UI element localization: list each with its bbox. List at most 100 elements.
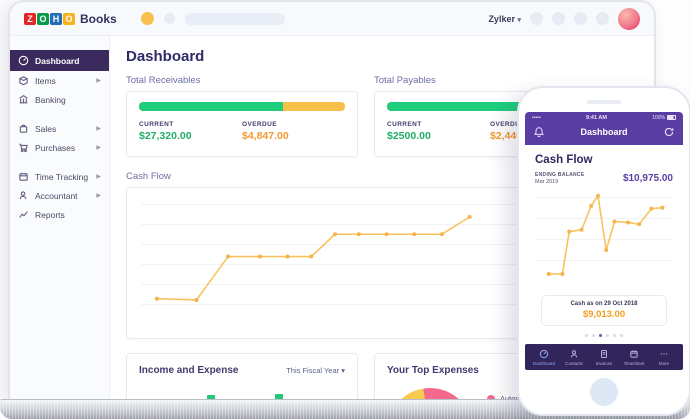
current-label: CURRENT <box>139 121 242 128</box>
receivables-card: CURRENT $27,320.00 OVERDUE $4,847.00 <box>126 91 358 157</box>
chevron-right-icon: ▶ <box>96 192 101 199</box>
topbar-action-icon[interactable] <box>574 12 587 25</box>
sidebar-item-purchases[interactable]: Purchases ▶ <box>10 138 109 157</box>
cash-as-on-label: Cash as on <box>570 301 602 307</box>
sidebar: Dashboard Items ▶ Banking Sales ▶ <box>10 36 110 399</box>
phone-screen: ••••• 9:41 AM 100% Dashboard Cash Flow E… <box>525 112 683 406</box>
sidebar-item-dashboard[interactable]: Dashboard <box>10 50 109 71</box>
sidebar-item-label: Items <box>35 76 56 86</box>
ellipsis-icon <box>659 349 669 359</box>
tab-contacts[interactable]: Contacts <box>559 349 589 366</box>
fiscal-year-label: This Fiscal Year <box>286 366 339 375</box>
chevron-right-icon: ▶ <box>96 144 101 151</box>
sidebar-item-banking[interactable]: Banking <box>10 90 109 109</box>
topbar-action-icon[interactable] <box>530 12 543 25</box>
receivables-progress-bar <box>139 102 345 111</box>
current-value: $2500.00 <box>387 130 490 142</box>
zoho-logo-letter: H <box>50 13 62 25</box>
tab-dashboard[interactable]: Dashboard <box>529 349 559 366</box>
tab-invoices[interactable]: Invoices <box>589 349 619 366</box>
sidebar-item-sales[interactable]: Sales ▶ <box>10 119 109 138</box>
ending-balance-label: ENDING BALANCE <box>535 172 623 178</box>
user-menu[interactable]: Zylker ▾ <box>488 14 521 24</box>
carousel-dot[interactable] <box>606 334 609 337</box>
status-time: 9:41 AM <box>586 115 607 121</box>
phone-speaker <box>587 100 621 104</box>
sidebar-item-label: Time Tracking <box>35 172 88 182</box>
person-icon <box>569 349 579 359</box>
current-label: CURRENT <box>387 121 490 128</box>
sidebar-item-reports[interactable]: Reports <box>10 205 109 224</box>
tab-timesheet[interactable]: Timesheet <box>619 349 649 366</box>
calendar-icon <box>629 349 639 359</box>
user-name: Zylker <box>488 14 515 24</box>
gauge-icon <box>539 349 549 359</box>
bank-icon <box>18 94 29 105</box>
notification-dot-icon <box>141 12 154 25</box>
receivables-title: Total Receivables <box>126 75 358 86</box>
fiscal-year-dropdown[interactable]: This Fiscal Year ▾ <box>286 366 345 375</box>
phone-status-bar: ••••• 9:41 AM 100% <box>525 112 683 121</box>
sidebar-item-label: Accountant <box>35 191 78 201</box>
cash-as-on-card: Cash as on 29 Oct 2018 $9,013.00 <box>541 295 667 326</box>
tab-more[interactable]: More <box>649 349 679 366</box>
tab-label: Dashboard <box>533 361 555 366</box>
zoho-logo-letter: O <box>63 13 75 25</box>
chevron-right-icon: ▶ <box>96 173 101 180</box>
sidebar-item-accountant[interactable]: Accountant ▶ <box>10 186 109 205</box>
pie-disc <box>387 388 473 399</box>
gauge-icon <box>18 55 29 66</box>
topbar-circle-icon <box>164 13 175 24</box>
signal-icon: ••••• <box>532 115 541 121</box>
carousel-dot[interactable] <box>599 334 602 337</box>
carousel-dot[interactable] <box>620 334 623 337</box>
sidebar-item-label: Sales <box>35 124 56 134</box>
home-button[interactable] <box>590 378 618 406</box>
sidebar-item-label: Purchases <box>35 143 75 153</box>
cash-as-on-date: 29 Oct 2018 <box>604 301 637 307</box>
tab-label: Contacts <box>565 361 583 366</box>
carousel-dot[interactable] <box>585 334 588 337</box>
sidebar-item-time-tracking[interactable]: Time Tracking ▶ <box>10 167 109 186</box>
current-value: $27,320.00 <box>139 130 242 142</box>
box-icon <box>18 75 29 86</box>
document-icon <box>599 349 609 359</box>
phone-header: ••••• 9:41 AM 100% Dashboard <box>525 112 683 145</box>
payables-progress-current <box>387 102 535 111</box>
top-expenses-title: Your Top Expenses <box>387 365 479 376</box>
sidebar-item-label: Reports <box>35 210 65 220</box>
carousel-dots[interactable] <box>535 334 673 337</box>
total-receivables-block: Total Receivables CURRENT $27,320.00 OVE… <box>126 75 358 157</box>
refresh-icon[interactable] <box>663 126 675 138</box>
avatar[interactable] <box>618 8 640 30</box>
overdue-label: OVERDUE <box>242 121 345 128</box>
carousel-dot[interactable] <box>613 334 616 337</box>
zoho-books-logo: ZOHO Books <box>24 12 117 26</box>
phone-body: Cash Flow ENDING BALANCE Mar 2019 $10,97… <box>525 145 683 337</box>
page-title: Dashboard <box>126 48 638 65</box>
chevron-right-icon: ▶ <box>96 125 101 132</box>
phone-page-title: Dashboard <box>545 127 663 137</box>
cashflow-chart <box>127 188 547 338</box>
topbar-action-icon[interactable] <box>552 12 565 25</box>
ending-balance-period: Mar 2019 <box>535 179 623 185</box>
zoho-logo-letters: ZOHO <box>24 13 75 25</box>
phone-tabbar: Dashboard Contacts Invoices Timesheet Mo… <box>525 344 683 370</box>
carousel-dot[interactable] <box>592 334 595 337</box>
search-bar[interactable] <box>185 13 285 25</box>
bell-icon[interactable] <box>533 126 545 138</box>
bag-icon <box>18 123 29 134</box>
phone-mockup: ••••• 9:41 AM 100% Dashboard Cash Flow E… <box>517 86 690 416</box>
tab-label: More <box>659 361 669 366</box>
topbar-action-icon[interactable] <box>596 12 609 25</box>
zoho-logo-letter: O <box>37 13 49 25</box>
zoho-logo-letter: Z <box>24 13 36 25</box>
calendar-icon <box>18 171 29 182</box>
ending-balance-value: $10,975.00 <box>623 173 673 184</box>
chevron-down-icon: ▾ <box>517 17 521 24</box>
receivables-progress-current <box>139 102 283 111</box>
income-expense-card: Income and Expense This Fiscal Year ▾ <box>126 353 358 399</box>
sidebar-item-items[interactable]: Items ▶ <box>10 71 109 90</box>
battery-status: 100% <box>652 115 676 121</box>
logo-suffix: Books <box>80 12 117 26</box>
